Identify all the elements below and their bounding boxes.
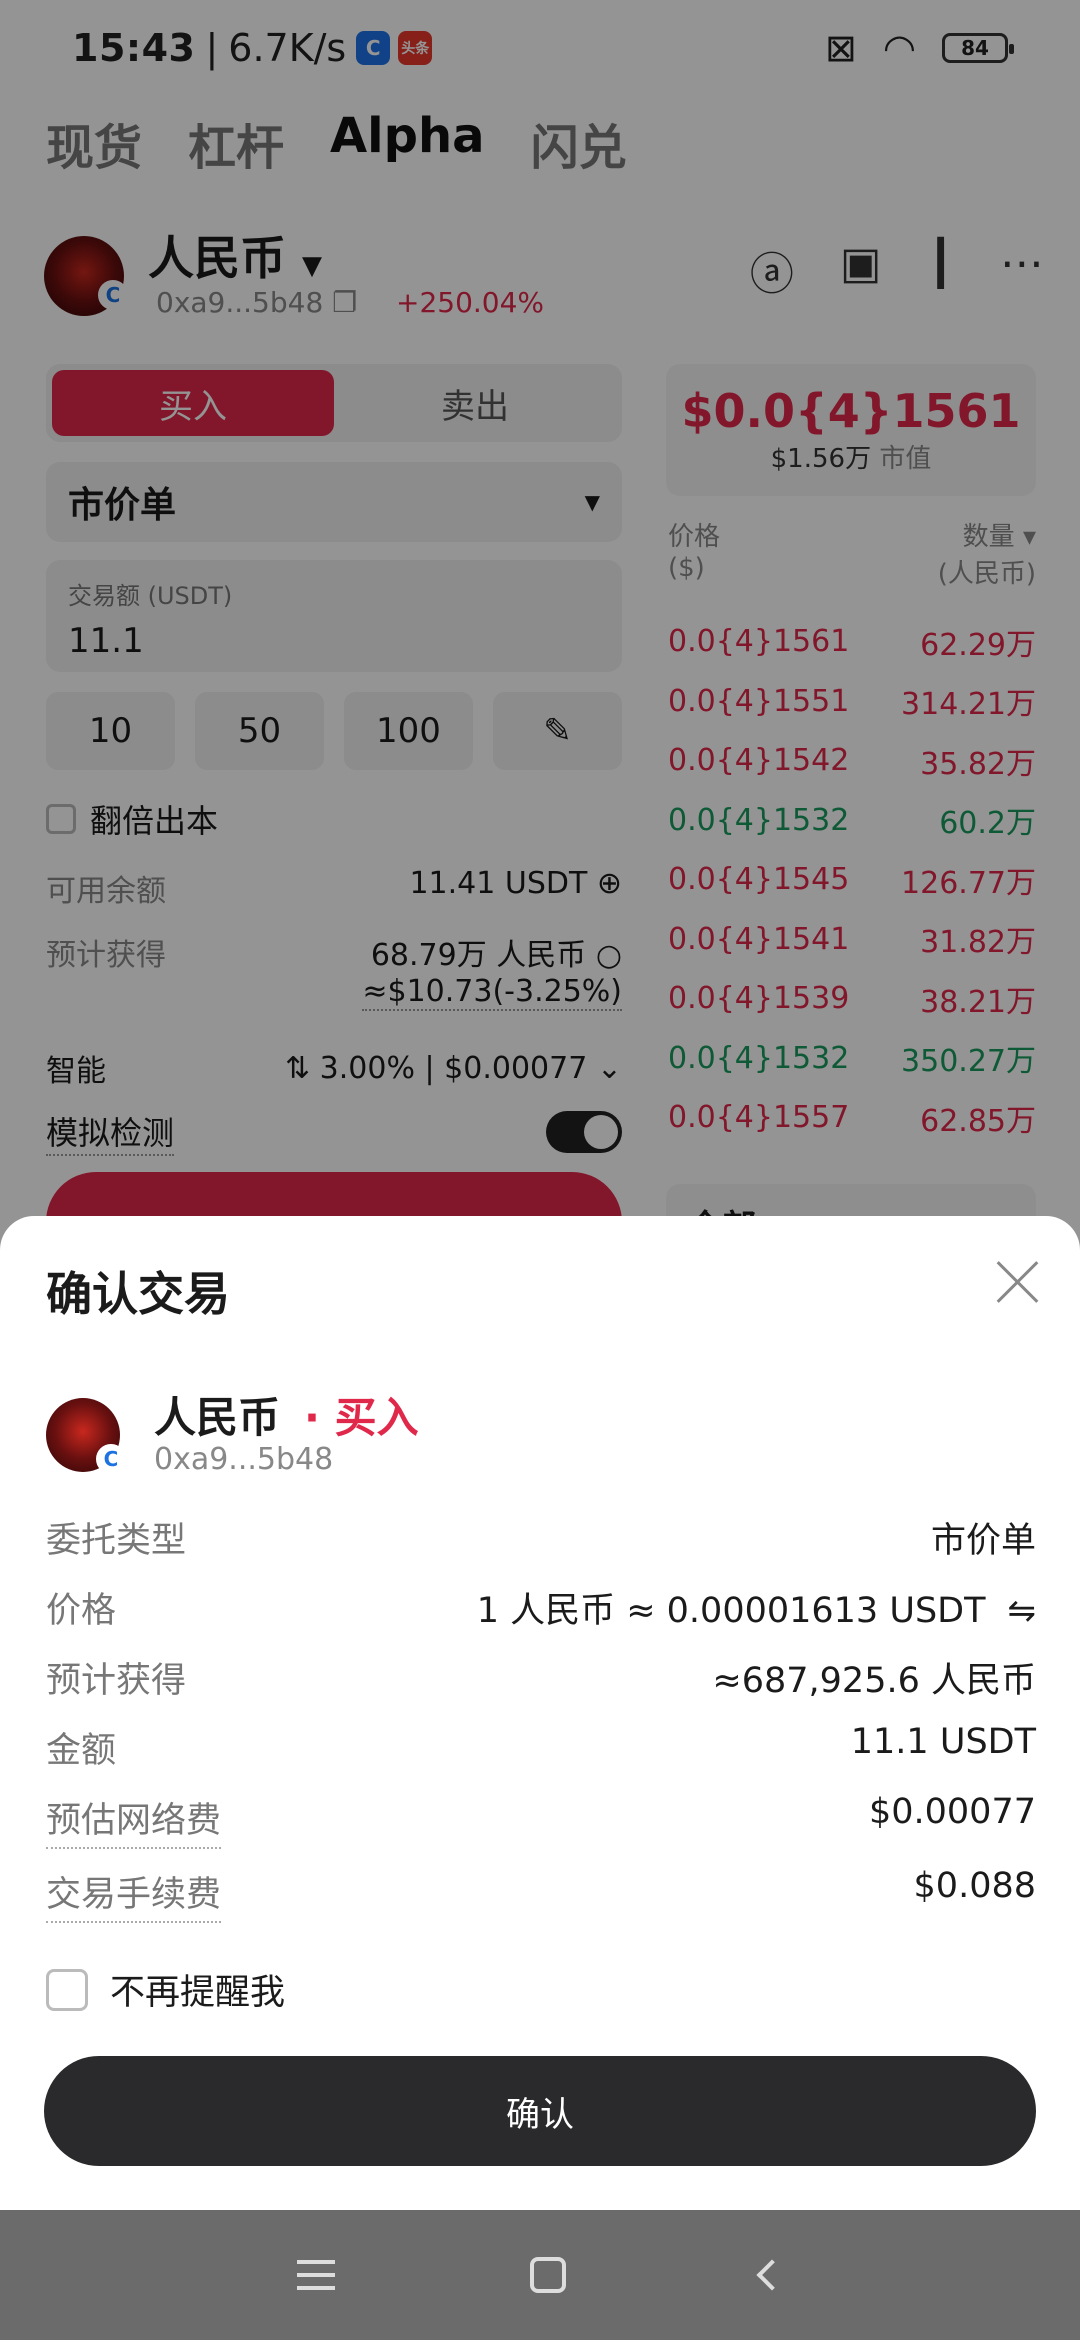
confirm-trade-sheet: 确认交易 C 人民币 · 买入 0xa9...5b48 委托类型 市价单 价格 … [0,1216,1080,2210]
row-label[interactable]: 预估网络费 [46,1792,222,1849]
row-label: 价格 [46,1591,117,1631]
row-label: 委托类型 [46,1521,187,1561]
row-value: $0.00077 [868,1792,1036,1832]
network-fee-row: 预估网络费 $0.00077 [46,1792,1036,1849]
sheet-token-name: 人民币 [154,1393,281,1442]
trading-fee-row: 交易手续费 $0.088 [46,1866,1036,1923]
row-label[interactable]: 交易手续费 [46,1866,222,1923]
price-row: 价格 1 人民币 ≈ 0.00001613 USDT ⇋ [46,1582,1036,1633]
sheet-token-address: 0xa9...5b48 [154,1442,334,1477]
home-icon[interactable] [529,2257,566,2293]
row-label: 预计获得 [46,1661,187,1701]
sheet-title: 确认交易 [46,1267,230,1321]
sheet-trade-side: · 买入 [304,1393,419,1442]
menu-icon[interactable] [297,2260,336,2290]
row-value: 市价单 [930,1521,1036,1561]
estimated-receive-row: 预计获得 ≈687,925.6 人民币 [46,1652,1036,1703]
chain-badge-icon: C [96,1444,126,1474]
dont-remind-checkbox[interactable] [46,1968,88,2011]
row-label: 金额 [46,1731,117,1771]
order-type-row: 委托类型 市价单 [46,1512,1036,1563]
row-value: 1 人民币 ≈ 0.00001613 USDT ⇋ [477,1582,1036,1633]
dont-remind-option[interactable]: 不再提醒我 [46,1964,285,2015]
row-value: ≈687,925.6 人民币 [712,1661,1036,1701]
dont-remind-label: 不再提醒我 [110,1973,286,2013]
system-nav-bar [0,2210,1080,2340]
close-icon[interactable] [996,1260,1040,1304]
confirm-button[interactable]: 确认 [44,2056,1036,2166]
row-value: 11.1 USDT [850,1722,1036,1762]
amount-row: 金额 11.1 USDT [46,1722,1036,1773]
price-text: 1 人民币 ≈ 0.00001613 USDT [476,1591,986,1631]
swap-icon[interactable]: ⇋ [1008,1591,1037,1631]
back-icon[interactable] [756,2259,788,2291]
row-value: $0.088 [913,1866,1036,1906]
